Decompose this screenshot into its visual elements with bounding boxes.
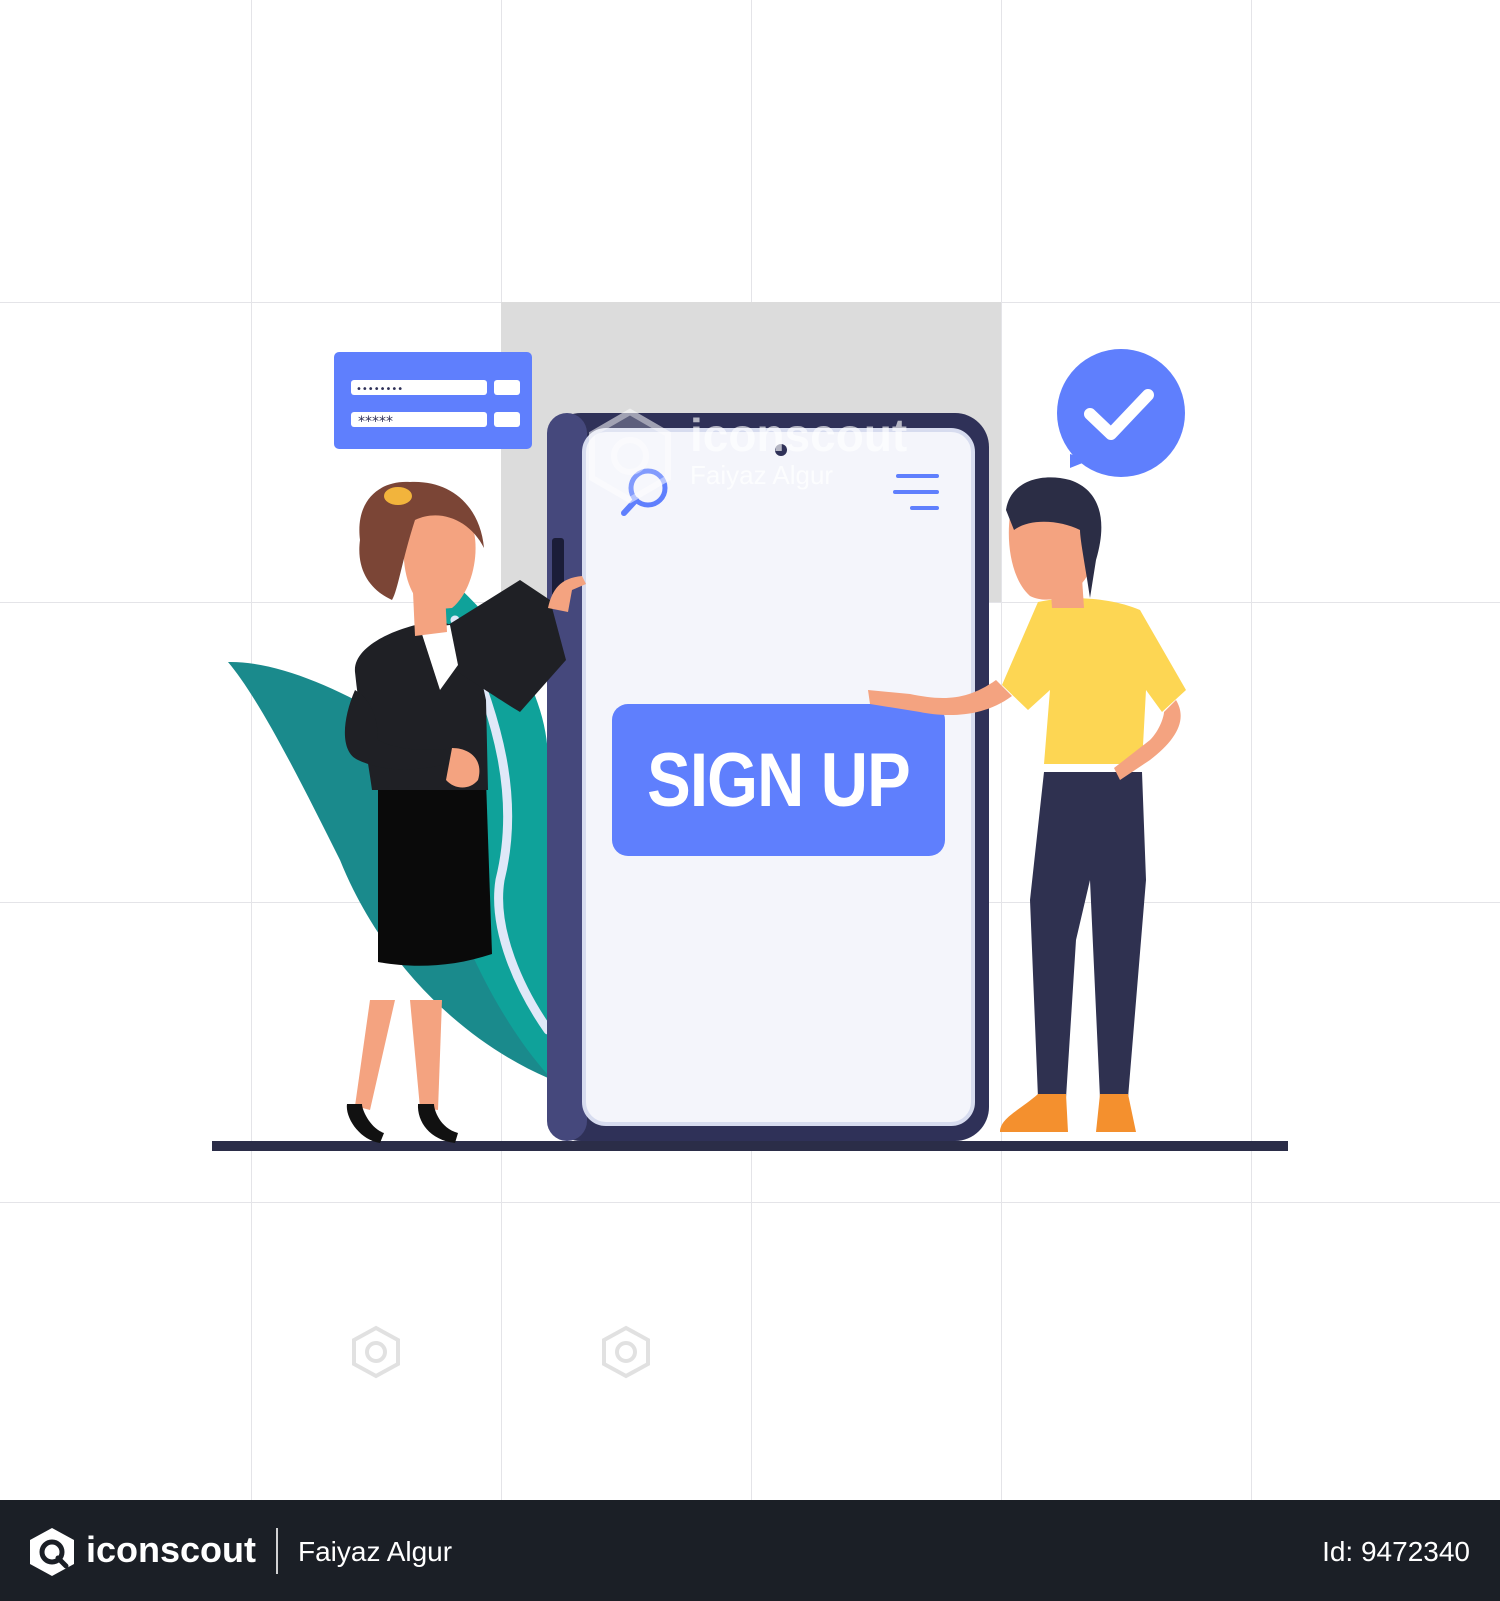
footer-author[interactable]: Faiyaz Algur — [298, 1536, 452, 1568]
watermark-logo-icon — [352, 1325, 400, 1379]
login-card: •••••••• ***** — [334, 352, 532, 449]
watermark-logo-icon — [602, 1325, 650, 1379]
watermark-author: Faiyaz Algur — [690, 460, 834, 490]
password-stars-text: ***** — [358, 414, 393, 430]
iconscout-logo-icon — [30, 1528, 74, 1576]
footer-bar: iconscout Faiyaz Algur Id: 9472340 — [0, 1500, 1500, 1601]
signup-button[interactable]: SIGN UP — [635, 704, 921, 856]
ground-line — [212, 1141, 1288, 1151]
footer-divider — [276, 1528, 278, 1574]
phone-side-shade — [547, 413, 587, 1141]
asset-id: Id: 9472340 — [1322, 1536, 1470, 1567]
footer-brand[interactable]: iconscout — [86, 1529, 256, 1571]
watermark-logo-icon — [589, 408, 671, 504]
password-dots-text: •••••••• — [356, 384, 403, 395]
checkmark-icon — [1057, 349, 1185, 477]
watermark-brand: iconscout — [690, 409, 908, 461]
